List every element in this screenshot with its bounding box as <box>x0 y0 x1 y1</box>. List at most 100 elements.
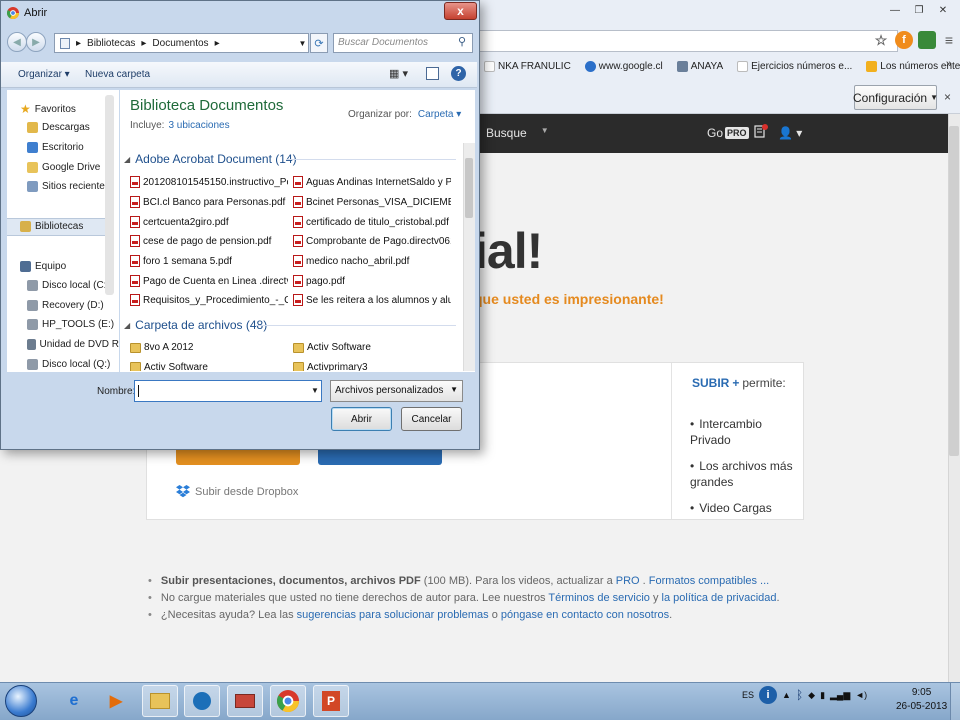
extension-drive-icon[interactable] <box>918 31 936 49</box>
notifications-icon[interactable] <box>754 124 768 138</box>
contact-link[interactable]: póngase en contacto con nosotros <box>501 609 669 621</box>
battery-icon[interactable]: ▮ <box>820 690 825 701</box>
file-item-pdf[interactable]: 201208101545150.instructivo_Portafo... <box>130 176 288 188</box>
bookmark-item[interactable]: ANAYA <box>676 58 723 74</box>
folder-item[interactable]: Activ Software <box>130 362 288 371</box>
search-icon[interactable]: ⚲ <box>458 35 466 48</box>
tray-app-icon[interactable]: ◆ <box>808 690 815 701</box>
tray-expand-icon[interactable]: ▲ <box>782 690 791 700</box>
formats-link[interactable]: Formatos compatibles ... <box>649 575 769 587</box>
nav-item-downloads[interactable]: Descargas <box>27 122 90 133</box>
file-item-pdf[interactable]: Bcinet Personas_VISA_DICIEMBRE.pdf <box>293 196 451 208</box>
dropbox-upload-link[interactable]: Subir desde Dropbox <box>176 485 298 498</box>
nav-item-desktop[interactable]: Escritorio <box>27 142 84 153</box>
terms-link[interactable]: Términos de servicio <box>548 592 649 604</box>
control-panel-icon[interactable] <box>227 685 263 717</box>
bluetooth-icon[interactable]: ᛒ <box>796 688 803 702</box>
privacy-link[interactable]: la política de privacidad <box>662 592 777 604</box>
search-input[interactable]: Buscar Documentos <box>333 33 473 53</box>
settings-button[interactable]: Configuración ▼ <box>853 85 938 110</box>
group-header-adobe[interactable]: ◢ Adobe Acrobat Document (14) <box>124 152 297 166</box>
nav-favorites[interactable]: ★ Favoritos <box>20 102 76 116</box>
address-history-dropdown[interactable]: ▼ <box>296 33 309 53</box>
file-item-pdf[interactable]: Pago de Cuenta en Linea .directv..o2... <box>130 275 288 287</box>
bookmark-item[interactable]: www.google.cl <box>584 58 663 74</box>
back-arrow-icon[interactable]: ◀ <box>7 32 27 52</box>
restore-icon[interactable]: ❐ <box>908 2 930 18</box>
powerpoint-icon[interactable]: P <box>313 685 349 717</box>
file-item-pdf[interactable]: Se les reitera a los alumnos y alumna... <box>293 294 451 306</box>
troubleshoot-link[interactable]: sugerencias para solucionar problemas <box>297 609 489 621</box>
bookmark-item[interactable]: Ejercicios números e... <box>737 58 852 74</box>
folder-item[interactable]: Activprimary3 <box>293 362 451 371</box>
address-bar[interactable] <box>478 30 898 52</box>
nav-drive-q[interactable]: Disco local (Q:) <box>27 359 110 370</box>
file-item-pdf[interactable]: BCI.cl Banco para Personas.pdf <box>130 196 288 208</box>
file-item-pdf[interactable]: pago.pdf <box>293 275 451 287</box>
preview-pane-icon[interactable] <box>426 67 439 80</box>
network-icon[interactable]: ▂▄▆ <box>830 690 850 701</box>
hp-app-icon[interactable] <box>184 685 220 717</box>
folder-item[interactable]: 8vo A 2012 <box>130 342 288 353</box>
nav-item-recent-places[interactable]: Sitios recientes <box>27 181 110 192</box>
file-explorer-icon[interactable] <box>142 685 178 717</box>
nav-drive-e[interactable]: HP_TOOLS (E:) <box>27 319 114 330</box>
taskbar-clock[interactable]: 9:05 26-05-2013 <box>896 686 947 714</box>
file-item-pdf[interactable]: Requisitos_y_Procedimiento_-_Cone... <box>130 294 288 306</box>
filename-input[interactable] <box>134 380 322 402</box>
nav-drive-c[interactable]: Disco local (C:) <box>27 280 110 291</box>
dialog-address-bar[interactable]: ▸ Bibliotecas ▸ Documentos ▸ <box>54 33 309 53</box>
page-scrollbar-thumb[interactable] <box>949 126 959 456</box>
pro-link[interactable]: PRO <box>616 575 640 587</box>
file-item-pdf[interactable]: Aguas Andinas InternetSaldo y Pago... <box>293 176 451 188</box>
nav-item-google-drive[interactable]: Google Drive <box>27 162 100 173</box>
file-item-pdf[interactable]: cese de pago de pension.pdf <box>130 235 288 247</box>
new-folder-button[interactable]: Nueva carpeta <box>85 69 150 80</box>
show-desktop-button[interactable] <box>950 683 960 720</box>
refresh-icon[interactable]: ⟳ <box>310 33 328 53</box>
close-icon[interactable]: ✕ <box>932 2 954 18</box>
breadcrumb-item[interactable]: Bibliotecas <box>87 38 135 49</box>
nav-search-menu[interactable]: Busque ▼ <box>486 126 549 140</box>
user-menu[interactable]: 👤 ▾ <box>778 126 802 140</box>
internet-explorer-icon[interactable]: e <box>56 685 92 717</box>
locations-link[interactable]: 3 ubicaciones <box>168 120 229 131</box>
dialog-close-button[interactable]: x <box>444 2 477 20</box>
group-header-folders[interactable]: ◢ Carpeta de archivos (48) <box>124 318 267 332</box>
organize-menu[interactable]: Organizar ▾ <box>18 69 70 80</box>
open-button[interactable]: Abrir <box>331 407 392 431</box>
file-item-pdf[interactable]: certificado de titulo_cristobal.pdf <box>293 216 451 228</box>
wrench-icon[interactable]: ≡ <box>940 31 958 49</box>
chrome-taskbar-icon[interactable] <box>270 685 306 717</box>
bookmark-item[interactable]: NKA FRANULIC <box>484 58 571 74</box>
file-item-pdf[interactable]: foro 1 semana 5.pdf <box>130 255 288 267</box>
start-button[interactable] <box>5 685 37 717</box>
file-item-pdf[interactable]: medico nacho_abril.pdf <box>293 255 451 267</box>
nav-drive-d[interactable]: Recovery (D:) <box>27 300 104 311</box>
language-indicator[interactable]: ES <box>742 690 754 700</box>
nav-pane-scrollbar[interactable] <box>105 95 114 295</box>
view-options-icon[interactable]: ▦ ▾ <box>389 67 408 80</box>
nav-drive-dvd[interactable]: Unidad de DVD R <box>27 339 119 350</box>
file-item-pdf[interactable]: Comprobante de Pago.directv06121... <box>293 235 451 247</box>
nav-computer[interactable]: Equipo <box>20 261 66 272</box>
arrange-dropdown[interactable]: Carpeta ▾ <box>418 109 461 120</box>
cancel-button[interactable]: Cancelar <box>401 407 462 431</box>
nav-libraries[interactable]: Bibliotecas <box>20 221 83 232</box>
filename-history-dropdown[interactable]: ▼ <box>311 386 319 395</box>
go-pro-link[interactable]: Go PRO <box>707 126 749 140</box>
forward-arrow-icon[interactable]: ▶ <box>26 32 46 52</box>
minimize-icon[interactable]: — <box>884 2 906 18</box>
volume-icon[interactable]: ◄) <box>855 690 867 700</box>
star-icon[interactable]: ☆ <box>872 31 890 49</box>
folder-item[interactable]: Activ Software <box>293 342 451 353</box>
bookmarks-overflow-button[interactable]: » <box>946 58 952 70</box>
file-type-select[interactable]: Archivos personalizados ▼ <box>330 380 463 402</box>
extension-orange-icon[interactable]: f <box>895 31 913 49</box>
help-icon[interactable]: i <box>759 686 778 704</box>
media-player-icon[interactable]: ▶ <box>98 685 134 717</box>
infobar-close-button[interactable]: × <box>944 90 951 104</box>
file-list-scrollbar-thumb[interactable] <box>465 158 473 218</box>
help-icon[interactable]: ? <box>451 66 466 81</box>
breadcrumb-item[interactable]: Documentos <box>152 38 208 49</box>
